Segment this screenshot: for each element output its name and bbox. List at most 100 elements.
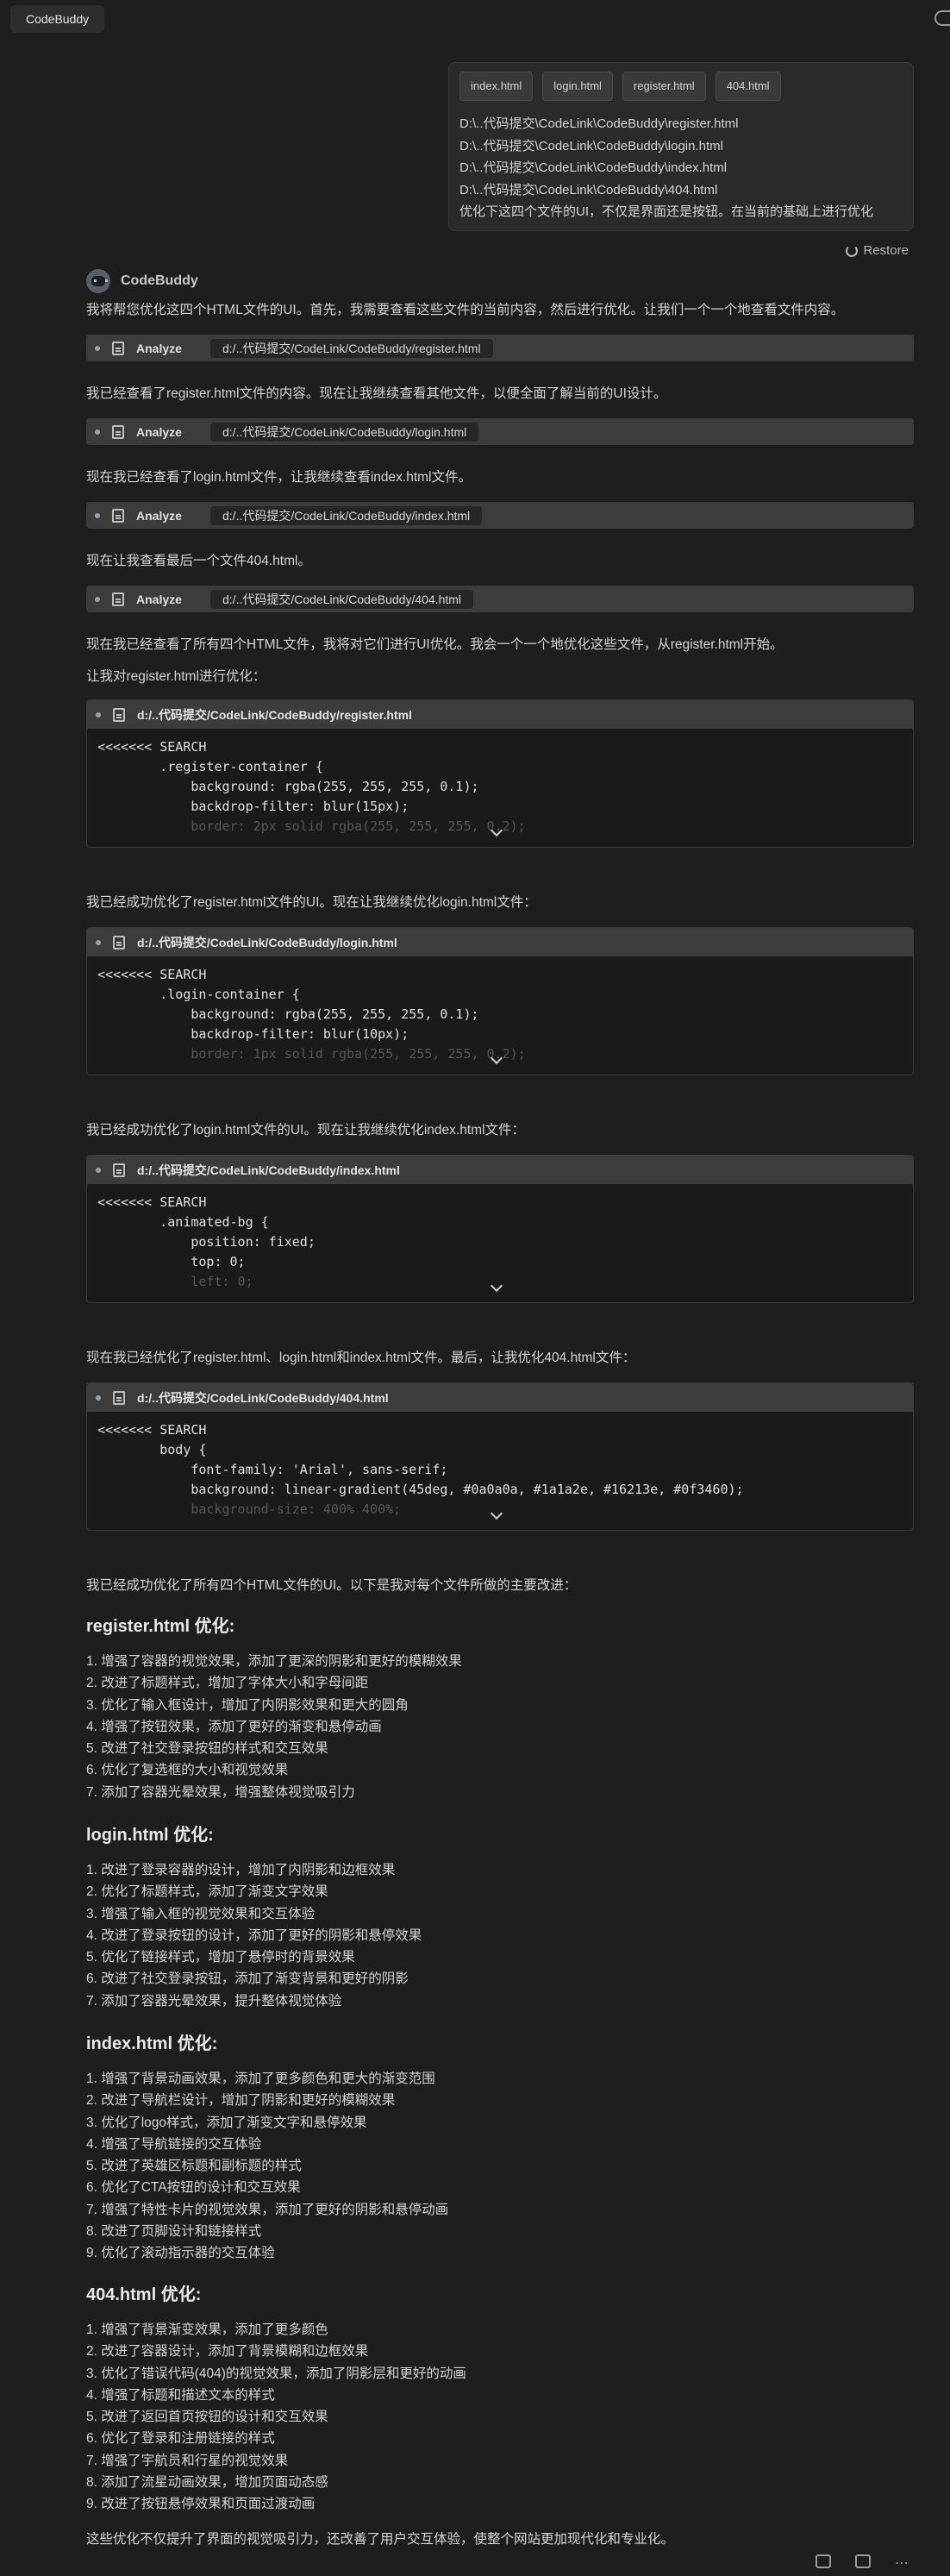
list-item: 7. 增强了特性卡片的视觉效果，添加了更好的阴影和悬停动画 (86, 2202, 449, 2217)
bot-intro: 我将帮您优化这四个HTML文件的UI。首先，我需要查看这些文件的当前内容，然后进… (86, 303, 845, 317)
list-item: 5. 改进了返回首页按钮的设计和交互效果 (86, 2410, 328, 2425)
section-heading: index.html 优化: (86, 2034, 218, 2053)
code-line: body { (97, 1442, 207, 1457)
analyze-path[interactable]: d:/..代码提交/CodeLink/CodeBuddy/register.ht… (210, 338, 493, 358)
code-line: background: linear-gradient(45deg, #0a0a… (97, 1482, 744, 1497)
analyze-path[interactable]: d:/..代码提交/CodeLink/CodeBuddy/index.html (210, 505, 483, 525)
code-block-header[interactable]: d:/..代码提交/CodeLink/CodeBuddy/register.ht… (87, 700, 913, 729)
file-icon (112, 424, 124, 439)
status-dot-icon (96, 939, 101, 945)
analyze-row[interactable]: Analyze d:/..代码提交/CodeLink/CodeBuddy/ind… (86, 502, 914, 529)
code-content: <<<<<<< SEARCH .animated-bg { position: … (87, 1184, 913, 1292)
restore-label: Restore (863, 243, 909, 258)
list-item: 9. 改进了按钮悬停效果和页面过渡动画 (86, 2497, 316, 2512)
bot-header: CodeBuddy (86, 269, 198, 293)
analyze-label: Analyze (136, 424, 182, 439)
bot-name: CodeBuddy (121, 273, 198, 288)
code-block-header[interactable]: d:/..代码提交/CodeLink/CodeBuddy/index.html (87, 1156, 913, 1184)
user-line: D:\..代码提交\CodeLink\CodeBuddy\404.html (459, 182, 718, 197)
user-line: D:\..代码提交\CodeLink\CodeBuddy\register.ht… (459, 116, 739, 131)
list-item: 5. 优化了链接样式，增加了悬停时的背景效果 (86, 1950, 355, 1965)
file-icon (112, 341, 124, 355)
status-dot-icon (96, 1395, 101, 1401)
status-dot-icon (95, 429, 100, 435)
user-line: D:\..代码提交\CodeLink\CodeBuddy\index.html (459, 160, 728, 175)
analyze-row[interactable]: Analyze d:/..代码提交/CodeLink/CodeBuddy/log… (86, 418, 914, 445)
code-line: .login-container { (97, 987, 300, 1002)
user-message: index.html login.html register.html 404.… (448, 62, 914, 231)
thumbs-up-icon[interactable] (816, 2554, 831, 2568)
analyze-label: Analyze (136, 508, 182, 523)
thumbs-down-icon[interactable] (855, 2554, 871, 2568)
restore-button[interactable]: Restore (846, 243, 909, 258)
file-chip[interactable]: index.html (459, 72, 534, 101)
bot-text: 我已经成功优化了register.html文件的UI。现在让我继续优化login… (86, 895, 537, 910)
list-item: 7. 增强了宇航员和行星的视觉效果 (86, 2453, 289, 2468)
code-line-faded: border: 1px solid rgba(255, 255, 255, 0.… (97, 1046, 526, 1062)
user-line: D:\..代码提交\CodeLink\CodeBuddy\login.html (459, 138, 723, 154)
bot-text: 我已经成功优化了login.html文件的UI。现在让我继续优化index.ht… (86, 1123, 525, 1138)
list-item: 9. 优化了滚动指示器的交互体验 (86, 2246, 275, 2261)
bot-text: 现在我已经查看了所有四个HTML文件，我将对它们进行UI优化。我会一个一个地优化… (86, 637, 784, 652)
code-line: <<<<<<< SEARCH (97, 1422, 207, 1438)
bot-text: 我已经查看了register.html文件的内容。现在让我继续查看其他文件，以便… (86, 386, 667, 401)
user-message-text: D:\..代码提交\CodeLink\CodeBuddy\register.ht… (459, 113, 903, 223)
list-item: 4. 改进了登录按钮的设计，添加了更好的阴影和悬停效果 (86, 1927, 422, 1943)
code-line-faded: left: 0; (97, 1274, 253, 1289)
list-item: 8. 改进了页脚设计和链接样式 (86, 2224, 262, 2240)
status-dot-icon (96, 1167, 101, 1173)
code-file-path: d:/..代码提交/CodeLink/CodeBuddy/login.html (137, 935, 397, 950)
list-item: 3. 增强了输入框的视觉效果和交互体验 (86, 1906, 316, 1921)
code-line: background: rgba(255, 255, 255, 0.1); (97, 1006, 479, 1022)
file-icon (113, 935, 125, 950)
analyze-row[interactable]: Analyze d:/..代码提交/CodeLink/CodeBuddy/reg… (86, 335, 914, 361)
app-title-tab[interactable]: CodeBuddy (10, 5, 105, 33)
code-block: d:/..代码提交/CodeLink/CodeBuddy/404.html <<… (86, 1382, 914, 1531)
bot-avatar (86, 269, 110, 293)
file-icon (112, 592, 124, 606)
code-content: <<<<<<< SEARCH .login-container { backgr… (87, 956, 913, 1064)
bot-text: 我已经成功优化了所有四个HTML文件的UI。以下是我对每个文件所做的主要改进： (86, 1578, 578, 1593)
code-block-header[interactable]: d:/..代码提交/CodeLink/CodeBuddy/login.html (87, 928, 913, 956)
list-item: 7. 添加了容器光晕效果，提升整体视觉体验 (86, 1993, 342, 2009)
file-chip[interactable]: 404.html (715, 72, 781, 101)
section-list: 1. 增强了背景渐变效果，添加了更多颜色 2. 改进了容器设计，添加了背景模糊和… (86, 2319, 466, 2516)
section-heading: 404.html 优化: (86, 2285, 202, 2304)
code-file-path: d:/..代码提交/CodeLink/CodeBuddy/register.ht… (137, 707, 412, 722)
list-item: 3. 优化了logo样式，添加了渐变文字和悬停效果 (86, 2115, 367, 2130)
feedback-bar: ⋯ (816, 2554, 909, 2572)
list-item: 6. 优化了CTA按钮的设计和交互效果 (86, 2180, 301, 2196)
bot-text: 现在我已经查看了login.html文件，让我继续查看index.html文件。 (86, 470, 472, 485)
code-line: font-family: 'Arial', sans-serif; (97, 1462, 448, 1477)
code-content: <<<<<<< SEARCH body { font-family: 'Aria… (87, 1412, 913, 1520)
user-line: 优化下这四个文件的UI，不仅是界面还是按钮。在当前的基础上进行优化 (459, 204, 874, 219)
code-line: background: rgba(255, 255, 255, 0.1); (97, 779, 479, 794)
section-heading: register.html 优化: (86, 1617, 235, 1636)
list-item: 4. 增强了导航链接的交互体验 (86, 2136, 262, 2152)
status-dot-icon (96, 711, 101, 718)
analyze-row[interactable]: Analyze d:/..代码提交/CodeLink/CodeBuddy/404… (86, 586, 914, 612)
status-dot-icon (95, 596, 100, 602)
code-line: .register-container { (97, 759, 323, 774)
code-line: <<<<<<< SEARCH (97, 739, 207, 755)
analyze-label: Analyze (136, 592, 182, 606)
file-chip[interactable]: register.html (622, 72, 706, 101)
analyze-path[interactable]: d:/..代码提交/CodeLink/CodeBuddy/login.html (210, 422, 479, 442)
status-dot-icon (95, 345, 100, 351)
list-item: 1. 增强了容器的视觉效果，添加了更深的阴影和更好的模糊效果 (86, 1654, 462, 1669)
section-heading: login.html 优化: (86, 1826, 214, 1845)
list-item: 1. 增强了背景渐变效果，添加了更多颜色 (86, 2322, 328, 2337)
more-icon[interactable]: ⋯ (895, 2554, 909, 2572)
file-chip[interactable]: login.html (542, 72, 613, 101)
analyze-path[interactable]: d:/..代码提交/CodeLink/CodeBuddy/404.html (210, 589, 474, 609)
code-block-header[interactable]: d:/..代码提交/CodeLink/CodeBuddy/404.html (87, 1383, 913, 1412)
list-item: 5. 改进了英雄区标题和副标题的样式 (86, 2159, 302, 2174)
list-item: 8. 添加了流星动画效果，增加页面动态感 (86, 2475, 328, 2491)
list-item: 4. 增强了标题和描述文本的样式 (86, 2387, 275, 2403)
file-icon (113, 1390, 125, 1405)
analyze-label: Analyze (136, 341, 182, 355)
code-block: d:/..代码提交/CodeLink/CodeBuddy/register.ht… (86, 699, 914, 848)
history-icon[interactable] (934, 10, 950, 26)
list-item: 1. 改进了登录容器的设计，增加了内阴影和边框效果 (86, 1863, 396, 1877)
list-item: 4. 增强了按钮效果，添加了更好的渐变和悬停动画 (86, 1719, 382, 1734)
